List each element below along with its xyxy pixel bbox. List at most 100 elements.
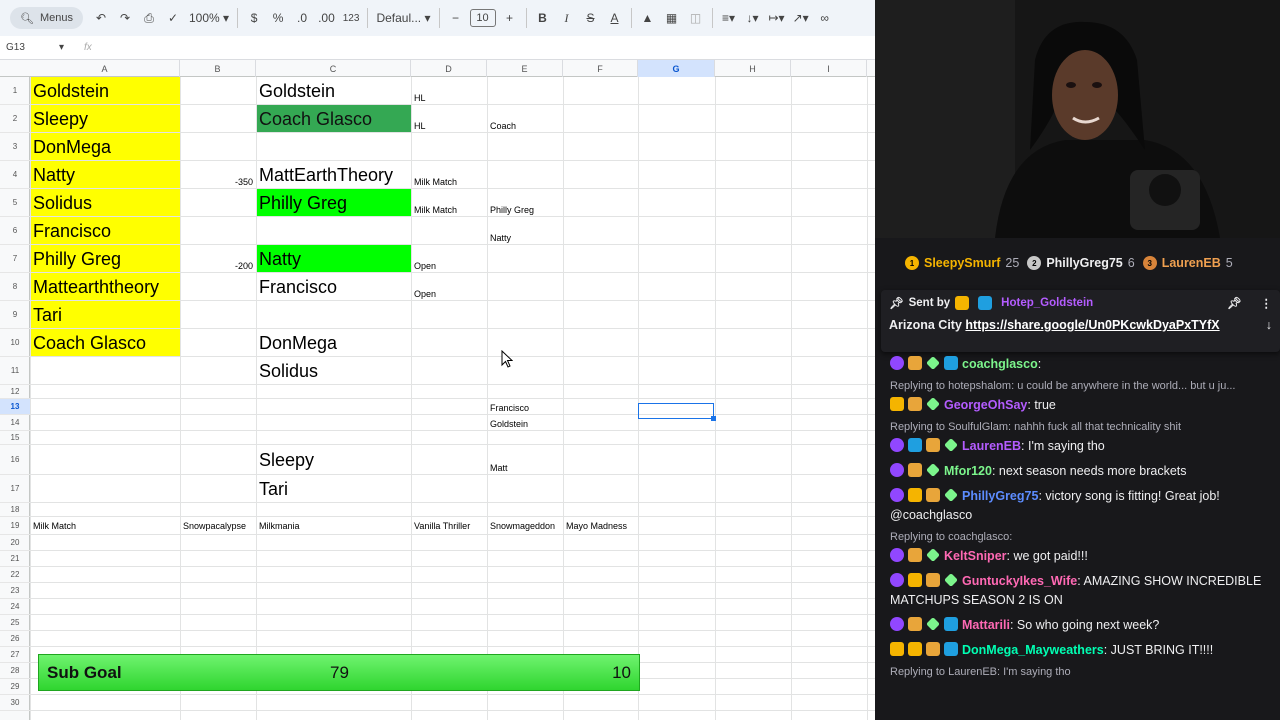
cell-d1[interactable]: HL xyxy=(411,77,487,105)
cell-c19[interactable]: Milkmania xyxy=(256,517,411,535)
cell-d19[interactable]: Vanilla Thriller xyxy=(411,517,487,535)
reply-context[interactable]: Replying to hotepshalom: u could be anyw… xyxy=(875,377,1280,393)
row-header-10[interactable]: 10 xyxy=(0,329,30,357)
cell-a4[interactable]: Natty xyxy=(30,161,180,189)
row-header-11[interactable]: 11 xyxy=(0,357,30,385)
reply-context[interactable]: Replying to coachglasco: xyxy=(875,528,1280,544)
merge-cells-icon[interactable]: ◫ xyxy=(684,6,708,30)
link-icon[interactable]: ∞ xyxy=(813,6,837,30)
decrease-font-size-icon[interactable]: − xyxy=(444,6,468,30)
row-header-23[interactable]: 23 xyxy=(0,583,30,599)
cell-b4[interactable]: -350 xyxy=(180,161,256,189)
text-wrap-icon[interactable]: ↦▾ xyxy=(765,6,789,30)
font-select[interactable]: Defaul... ▾ xyxy=(372,6,434,30)
cell-a6[interactable]: Francisco xyxy=(30,217,180,245)
cell-a1[interactable]: Goldstein xyxy=(30,77,180,105)
cell-c5[interactable]: Philly Greg xyxy=(256,189,411,217)
cell-d2[interactable]: HL xyxy=(411,105,487,133)
row-header-22[interactable]: 22 xyxy=(0,567,30,583)
column-header-f[interactable]: F xyxy=(563,60,638,77)
column-header-g[interactable]: G xyxy=(638,60,715,77)
pinned-user[interactable]: Hotep_Goldstein xyxy=(1001,297,1093,309)
bold-icon[interactable]: B xyxy=(531,6,555,30)
cell-c10[interactable]: DonMega xyxy=(256,329,411,357)
currency-button[interactable]: $ xyxy=(242,6,266,30)
row-header-17[interactable]: 17 xyxy=(0,475,30,503)
arrow-down-icon[interactable]: ↓ xyxy=(1266,318,1272,332)
font-size-input[interactable]: 10 xyxy=(469,9,496,27)
cell-e2[interactable]: Coach xyxy=(487,105,563,133)
print-icon[interactable]: ⎙ xyxy=(137,6,161,30)
row-header-20[interactable]: 20 xyxy=(0,535,30,551)
cell-c1[interactable]: Goldstein xyxy=(256,77,411,105)
cell-c7[interactable]: Natty xyxy=(256,245,411,273)
chat-message[interactable]: Mattarili: So who going next week? xyxy=(875,613,1280,638)
row-header-14[interactable]: 14 xyxy=(0,415,30,431)
cell-e19[interactable]: Snowmageddon xyxy=(487,517,563,535)
cell-c2[interactable]: Coach Glasco xyxy=(256,105,411,133)
cell-c8[interactable]: Francisco xyxy=(256,273,411,301)
chat-username[interactable]: coachglasco xyxy=(962,357,1038,371)
cell-e16[interactable]: Matt xyxy=(487,445,563,475)
row-header-21[interactable]: 21 xyxy=(0,551,30,567)
cell-a7[interactable]: Philly Greg xyxy=(30,245,180,273)
row-header-1[interactable]: 1 xyxy=(0,77,30,105)
row-header-9[interactable]: 9 xyxy=(0,301,30,329)
paint-format-icon[interactable]: ✓ xyxy=(161,6,185,30)
row-header-4[interactable]: 4 xyxy=(0,161,30,189)
cell-e13[interactable]: Francisco xyxy=(487,399,563,415)
cell-a5[interactable]: Solidus xyxy=(30,189,180,217)
cell-a19[interactable]: Milk Match xyxy=(30,517,180,535)
chat-username[interactable]: GuntuckyIkes_Wife xyxy=(962,574,1077,588)
row-header-13[interactable]: 13 xyxy=(0,399,30,415)
row-header-19[interactable]: 19 xyxy=(0,517,30,535)
borders-icon[interactable]: ▦ xyxy=(660,6,684,30)
chat-username[interactable]: PhillyGreg75 xyxy=(962,489,1038,503)
row-header-25[interactable]: 25 xyxy=(0,615,30,631)
italic-icon[interactable]: I xyxy=(555,6,579,30)
more-formats-button[interactable]: 123 xyxy=(339,6,364,30)
cell-a9[interactable]: Tari xyxy=(30,301,180,329)
reply-context[interactable]: Replying to SoulfulGlam: nahhh fuck all … xyxy=(875,418,1280,434)
row-header-26[interactable]: 26 xyxy=(0,631,30,647)
leaderboard-entry[interactable]: 3 LaurenEB 5 xyxy=(1142,256,1233,270)
cell-d8[interactable]: Open xyxy=(411,273,487,301)
unpin-icon[interactable]: 📌︎ xyxy=(1227,296,1242,310)
more-options-icon[interactable]: ⋮ xyxy=(1261,296,1273,310)
row-header-5[interactable]: 5 xyxy=(0,189,30,217)
chat-username[interactable]: GeorgeOhSay xyxy=(944,398,1027,412)
row-header-6[interactable]: 6 xyxy=(0,217,30,245)
chat-message[interactable]: coachglasco: xyxy=(875,352,1280,377)
leaderboard-entry[interactable]: 2 PhillyGreg75 6 xyxy=(1027,256,1135,270)
cell-b7[interactable]: -200 xyxy=(180,245,256,273)
column-header-a[interactable]: A xyxy=(30,60,180,77)
cell-a10[interactable]: Coach Glasco xyxy=(30,329,180,357)
cell-e14[interactable]: Goldstein xyxy=(487,415,563,431)
percent-button[interactable]: % xyxy=(266,6,290,30)
fill-color-icon[interactable]: ▲ xyxy=(636,6,660,30)
chat-username[interactable]: KeltSniper xyxy=(944,549,1007,563)
cell-c17[interactable]: Tari xyxy=(256,475,411,503)
chat-message[interactable]: GuntuckyIkes_Wife: AMAZING SHOW INCREDIB… xyxy=(875,569,1280,613)
chat-username[interactable]: LaurenEB xyxy=(962,439,1021,453)
chat-message[interactable]: DonMega_Mayweathers: JUST BRING IT!!!! xyxy=(875,638,1280,663)
selected-cell-g13[interactable] xyxy=(638,403,716,421)
strikethrough-icon[interactable]: S xyxy=(579,6,603,30)
cell-a2[interactable]: Sleepy xyxy=(30,105,180,133)
text-color-icon[interactable]: A xyxy=(603,6,627,30)
column-header-d[interactable]: D xyxy=(411,60,487,77)
row-header-16[interactable]: 16 xyxy=(0,445,30,475)
row-header-29[interactable]: 29 xyxy=(0,679,30,695)
row-header-15[interactable]: 15 xyxy=(0,431,30,445)
column-header-h[interactable]: H xyxy=(715,60,791,77)
chat-message[interactable]: PhillyGreg75: victory song is fitting! G… xyxy=(875,484,1280,528)
chat-message[interactable]: LaurenEB: I'm saying tho xyxy=(875,434,1280,459)
cell-b19[interactable]: Snowpacalypse xyxy=(180,517,256,535)
pinned-message[interactable]: 📌︎ Sent by Hotep_Goldstein 📌︎ ⋮ Arizona … xyxy=(881,290,1280,352)
chat-message[interactable]: Mfor120: next season needs more brackets xyxy=(875,459,1280,484)
row-header-27[interactable]: 27 xyxy=(0,647,30,663)
name-box[interactable]: G13 ▾ xyxy=(0,42,70,53)
cell-c4[interactable]: MattEarthTheory xyxy=(256,161,411,189)
cell-c16[interactable]: Sleepy xyxy=(256,445,411,475)
row-header-7[interactable]: 7 xyxy=(0,245,30,273)
